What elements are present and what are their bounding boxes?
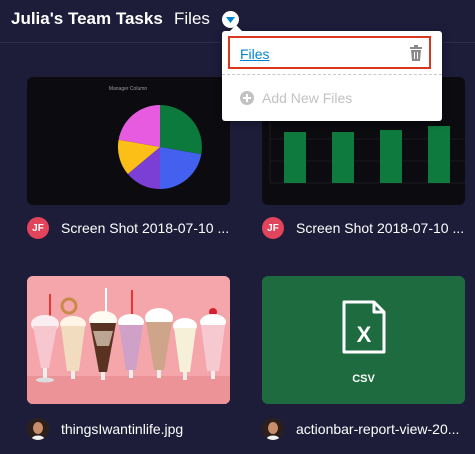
file-name[interactable]: thingsIwantinlife.jpg — [61, 421, 183, 437]
dropdown-item-label[interactable]: Files — [240, 46, 270, 62]
chart-bar — [380, 130, 402, 183]
file-card[interactable]: X CSV actionbar-report-view-20... — [262, 276, 465, 446]
uploader-avatar[interactable] — [262, 418, 284, 440]
dropdown-item-files[interactable]: Files — [228, 36, 431, 69]
board-title[interactable]: Julia's Team Tasks — [11, 9, 163, 29]
file-meta: JF Screen Shot 2018-07-10 ... — [262, 215, 475, 241]
trash-icon[interactable] — [409, 45, 423, 61]
svg-text:X: X — [357, 322, 372, 347]
chart-bar — [428, 126, 450, 183]
file-card[interactable]: thingsIwantinlife.jpg — [27, 276, 230, 446]
file-card[interactable]: Manager Column JF Screen Shot 2018-07-10… — [27, 77, 230, 247]
pie-slice-green — [160, 105, 202, 155]
pie-chart-thumbnail: Manager Column — [109, 86, 202, 190]
file-thumbnail[interactable] — [27, 276, 230, 404]
file-thumbnail[interactable]: X CSV — [262, 276, 465, 404]
user-photo-icon — [27, 418, 49, 440]
view-dropdown-menu: Files Add New Files — [222, 25, 442, 121]
dropdown-arrow — [230, 25, 242, 31]
pie-slice-blue — [160, 147, 202, 189]
file-name[interactable]: Screen Shot 2018-07-10 ... — [61, 220, 229, 236]
file-meta: thingsIwantinlife.jpg — [27, 416, 247, 442]
uploader-avatar[interactable] — [27, 418, 49, 440]
dropdown-divider — [222, 74, 442, 75]
chevron-down-icon — [226, 16, 235, 23]
milkshakes-photo — [27, 276, 230, 404]
add-new-files-button[interactable]: Add New Files — [240, 90, 352, 106]
chart-bar — [284, 132, 306, 183]
plus-circle-icon — [240, 91, 254, 105]
user-photo-icon — [262, 418, 284, 440]
file-name[interactable]: actionbar-report-view-20... — [296, 421, 459, 437]
pie-chart-title: Manager Column — [109, 86, 148, 92]
uploader-avatar[interactable]: JF — [262, 217, 284, 239]
file-name[interactable]: Screen Shot 2018-07-10 ... — [296, 220, 464, 236]
file-meta: JF Screen Shot 2018-07-10 ... — [27, 215, 247, 241]
pie-slice-pink — [118, 104, 160, 147]
file-thumbnail[interactable]: Manager Column — [27, 77, 230, 205]
add-new-files-label: Add New Files — [262, 90, 353, 106]
file-type-label: CSV — [352, 373, 375, 385]
view-name[interactable]: Files — [174, 9, 210, 29]
chart-bar — [332, 132, 354, 183]
file-meta: actionbar-report-view-20... — [262, 416, 475, 442]
uploader-avatar[interactable]: JF — [27, 217, 49, 239]
